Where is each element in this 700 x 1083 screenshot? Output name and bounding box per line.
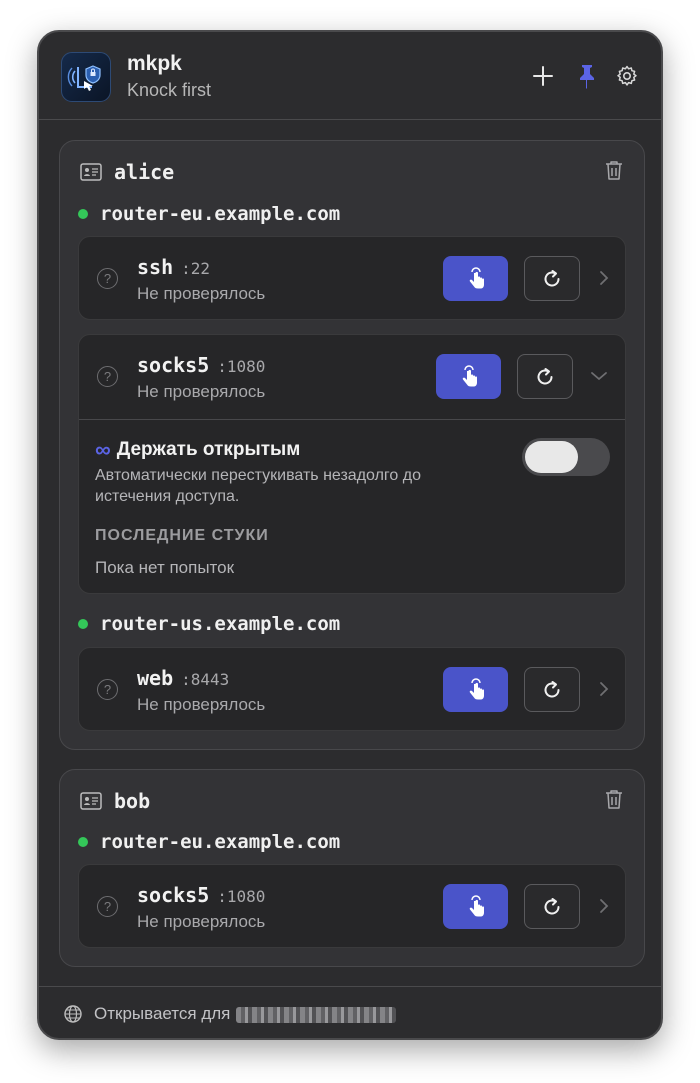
refresh-icon <box>544 680 560 697</box>
online-status-dot <box>78 209 88 219</box>
host-row: router-us.example.com <box>78 611 340 637</box>
knock-button[interactable] <box>443 667 508 712</box>
app-title: mkpk <box>127 52 182 75</box>
refresh-button[interactable] <box>517 354 573 399</box>
question-icon: ? <box>97 366 118 387</box>
user-card-alice: alice router-eu.example.com ? ssh:22 Не … <box>59 140 645 750</box>
pin-button[interactable] <box>573 62 601 90</box>
keep-open-title: Держать открытым <box>116 439 301 460</box>
app-window: mkpk Knock first alice router-eu.example… <box>37 30 663 1040</box>
toggle-knob <box>525 441 578 473</box>
host-row: router-eu.example.com <box>78 829 340 855</box>
settings-button[interactable] <box>613 62 641 90</box>
footer-text: Открывается для <box>94 1004 397 1024</box>
host-name: router-us.example.com <box>100 613 341 635</box>
pin-icon <box>580 65 594 89</box>
tap-icon <box>469 266 484 288</box>
question-icon: ? <box>97 679 118 700</box>
user-card-bob: bob router-eu.example.com ? socks5:1080 … <box>59 769 645 967</box>
refresh-icon <box>544 269 560 286</box>
refresh-icon <box>544 897 560 914</box>
user-header: alice <box>80 159 174 185</box>
host-name: router-eu.example.com <box>100 203 341 225</box>
footer: Открывается для <box>39 986 661 1038</box>
host-name: router-eu.example.com <box>100 831 341 853</box>
port-row-ssh[interactable]: ? ssh:22 Не проверялось <box>78 236 626 320</box>
refresh-button[interactable] <box>524 667 580 712</box>
gear-icon <box>617 65 637 86</box>
id-card-icon <box>80 163 102 181</box>
delete-user-button[interactable] <box>604 788 626 812</box>
user-name: bob <box>114 789 151 813</box>
port-status: Не проверялось <box>137 912 266 931</box>
delete-user-button[interactable] <box>604 159 626 183</box>
online-status-dot <box>78 837 88 847</box>
keep-open-heading: ∞ Держать открытым <box>95 439 300 461</box>
id-card-icon <box>80 792 102 810</box>
question-icon: ? <box>97 896 118 917</box>
refresh-icon <box>537 367 553 384</box>
knock-button[interactable] <box>443 256 508 301</box>
user-header: bob <box>80 788 150 814</box>
recent-knocks-empty: Пока нет попыток <box>95 558 235 577</box>
divider <box>79 419 625 420</box>
chevron-right-icon <box>600 271 609 285</box>
port-label: ssh:22 <box>137 255 211 279</box>
port-number: :1080 <box>217 357 266 376</box>
port-label: web:8443 <box>137 666 230 690</box>
keep-open-toggle[interactable] <box>522 438 610 476</box>
expand-button[interactable] <box>597 268 611 288</box>
redacted-address <box>236 1006 397 1023</box>
refresh-button[interactable] <box>524 884 580 929</box>
user-name: alice <box>114 160 175 184</box>
tap-icon <box>469 894 484 916</box>
tap-icon <box>462 364 477 386</box>
chevron-down-icon <box>591 372 607 381</box>
globe-icon <box>64 1005 82 1023</box>
port-status: Не проверялось <box>137 382 266 401</box>
port-label: socks5:1080 <box>137 883 266 907</box>
port-number: :22 <box>181 259 211 278</box>
header: mkpk Knock first <box>39 32 661 120</box>
plus-icon <box>533 66 553 86</box>
infinity-icon: ∞ <box>95 437 111 462</box>
online-status-dot <box>78 619 88 629</box>
keep-open-description: Автоматически перестукивать незадолго до… <box>95 467 421 505</box>
recent-knocks-title: ПОСЛЕДНИЕ СТУКИ <box>95 527 269 544</box>
port-label: socks5:1080 <box>137 353 266 377</box>
tap-icon <box>469 677 484 699</box>
collapse-button[interactable] <box>589 366 609 386</box>
port-row-web[interactable]: ? web:8443 Не проверялось <box>78 647 626 731</box>
trash-icon <box>606 790 622 809</box>
host-row: router-eu.example.com <box>78 201 340 227</box>
knock-button[interactable] <box>436 354 501 399</box>
question-icon: ? <box>97 268 118 289</box>
expand-button[interactable] <box>597 679 611 699</box>
port-number: :1080 <box>217 887 266 906</box>
expand-button[interactable] <box>597 896 611 916</box>
port-status: Не проверялось <box>137 695 266 714</box>
knock-button[interactable] <box>443 884 508 929</box>
port-row-socks5[interactable]: ? socks5:1080 Не проверялось <box>78 864 626 948</box>
app-logo-icon <box>61 52 111 102</box>
port-status: Не проверялось <box>137 284 266 303</box>
add-button[interactable] <box>529 62 557 90</box>
port-row-socks5[interactable]: ? socks5:1080 Не проверялось <box>78 334 626 594</box>
refresh-button[interactable] <box>524 256 580 301</box>
port-number: :8443 <box>181 670 230 689</box>
app-subtitle: Knock first <box>127 80 212 100</box>
chevron-right-icon <box>600 899 609 913</box>
chevron-right-icon <box>600 682 609 696</box>
trash-icon <box>606 161 622 180</box>
